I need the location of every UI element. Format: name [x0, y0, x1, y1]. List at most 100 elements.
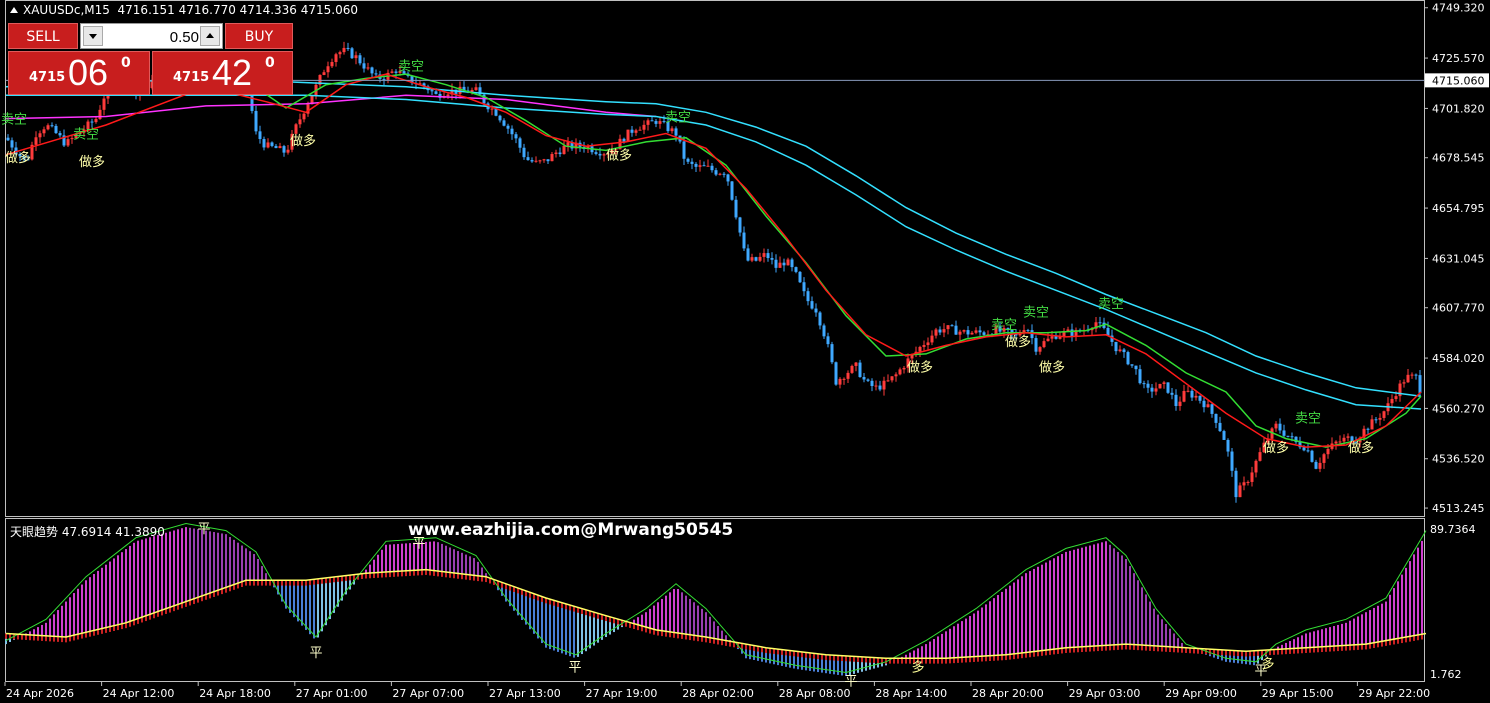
candle-body [1186, 390, 1190, 392]
candle-body [1378, 417, 1382, 420]
candle-body [1206, 404, 1210, 408]
candle-body [370, 67, 374, 74]
candle-body [342, 47, 346, 53]
signal-long-label: 做多 [907, 360, 933, 376]
candle-body [1346, 436, 1350, 438]
signal-short-label: 卖空 [1, 113, 27, 128]
candle-body [550, 154, 554, 162]
indicator-signal-label: 多 [1261, 656, 1274, 672]
lot-increase-button[interactable] [200, 26, 220, 46]
ohlc-values: 4716.151 4716.770 4714.336 4715.060 [117, 3, 359, 17]
time-tick-label: 29 Apr 03:00 [1069, 687, 1141, 700]
candle-body [942, 329, 946, 333]
candle-body [862, 377, 866, 380]
candle-body [374, 73, 378, 75]
candle-body [490, 108, 494, 110]
candle-body [810, 301, 814, 309]
chart-header: XAUUSDc,M15 4716.151 4716.770 4714.336 4… [10, 3, 358, 17]
buy-button[interactable]: BUY [225, 23, 293, 49]
time-tick-label: 29 Apr 15:00 [1262, 687, 1334, 700]
chart-canvas[interactable]: 做多卖空卖空做多做多卖空做多卖空做多卖空做多卖空做多卖空做多卖空做多 平平平平平… [0, 0, 1490, 703]
candle-body [366, 67, 370, 69]
candle-body [1334, 441, 1338, 444]
signal-short-label: 卖空 [1098, 297, 1124, 312]
candle-body [1286, 435, 1290, 437]
candle-body [790, 259, 794, 268]
signal-long-label: 做多 [5, 150, 31, 166]
candle-body [710, 165, 714, 171]
candle-body [58, 133, 62, 136]
candle-body [838, 378, 842, 385]
candle-body [66, 139, 70, 146]
candle-body [446, 94, 450, 97]
buy-price-prefix: 4715 [173, 70, 210, 85]
candle-body [1242, 482, 1246, 486]
sell-price-pips: 06 [68, 52, 109, 93]
candle-body [430, 90, 434, 92]
signal-short-label: 卖空 [398, 60, 424, 75]
candle-body [1130, 364, 1134, 366]
candle-body [1342, 437, 1346, 442]
candle-body [1410, 374, 1414, 376]
candle-body [558, 152, 562, 155]
indicator-signal-label: 平 [197, 522, 210, 537]
candle-body [866, 379, 870, 381]
signal-long-label: 做多 [79, 154, 105, 170]
candle-body [1070, 329, 1074, 337]
candle-body [902, 367, 906, 370]
candle-body [742, 232, 746, 249]
candle-body [546, 159, 550, 162]
candle-body [1170, 392, 1174, 395]
candle-body [894, 374, 898, 377]
price-tick-label: 4725.570 [1432, 52, 1485, 65]
candle-body [1218, 422, 1222, 432]
indicator-signal-label: 多 [911, 659, 924, 675]
lot-input[interactable] [105, 26, 201, 48]
lot-stepper[interactable] [80, 23, 223, 49]
candle-body [46, 125, 50, 130]
candle-body [1178, 401, 1182, 407]
candle-body [1338, 441, 1342, 443]
candle-body [338, 52, 342, 55]
candle-body [786, 259, 790, 266]
indicator-min-label: 1.762 [1430, 668, 1462, 681]
candle-body [890, 376, 894, 381]
candle-body [926, 342, 930, 346]
candle-body [682, 141, 686, 159]
candle-body [806, 291, 810, 302]
time-tick-label: 28 Apr 02:00 [682, 687, 754, 700]
candle-body [542, 159, 546, 161]
candle-body [530, 160, 534, 162]
time-tick-label: 28 Apr 20:00 [972, 687, 1044, 700]
candle-body [538, 160, 542, 162]
buy-quote[interactable]: 4715 42 0 [152, 51, 293, 95]
candle-body [982, 332, 986, 335]
candle-body [266, 142, 270, 148]
candle-body [50, 125, 54, 127]
candle-body [626, 129, 630, 142]
time-tick-label: 27 Apr 01:00 [296, 687, 368, 700]
signal-short-label: 卖空 [665, 111, 691, 126]
candle-body [1246, 481, 1250, 483]
candle-body [1210, 404, 1214, 414]
candle-body [1026, 330, 1030, 332]
candle-body [1418, 375, 1422, 394]
sell-button[interactable]: SELL [8, 23, 78, 49]
candle-body [750, 257, 754, 261]
candle-body [782, 262, 786, 266]
candle-body [1098, 322, 1102, 324]
candle-body [826, 336, 830, 345]
candle-body [634, 130, 638, 133]
time-tick-label: 24 Apr 12:00 [103, 687, 175, 700]
sell-price-prefix: 4715 [29, 70, 66, 85]
sell-quote[interactable]: 4715 06 0 [8, 51, 150, 95]
triangle-icon[interactable] [10, 7, 18, 13]
lot-decrease-button[interactable] [83, 26, 103, 46]
candle-body [1306, 450, 1310, 452]
candle-body [846, 372, 850, 379]
candle-body [722, 173, 726, 175]
candle-body [706, 165, 710, 167]
candle-body [958, 331, 962, 335]
candle-body [254, 110, 258, 132]
candle-body [382, 78, 386, 80]
